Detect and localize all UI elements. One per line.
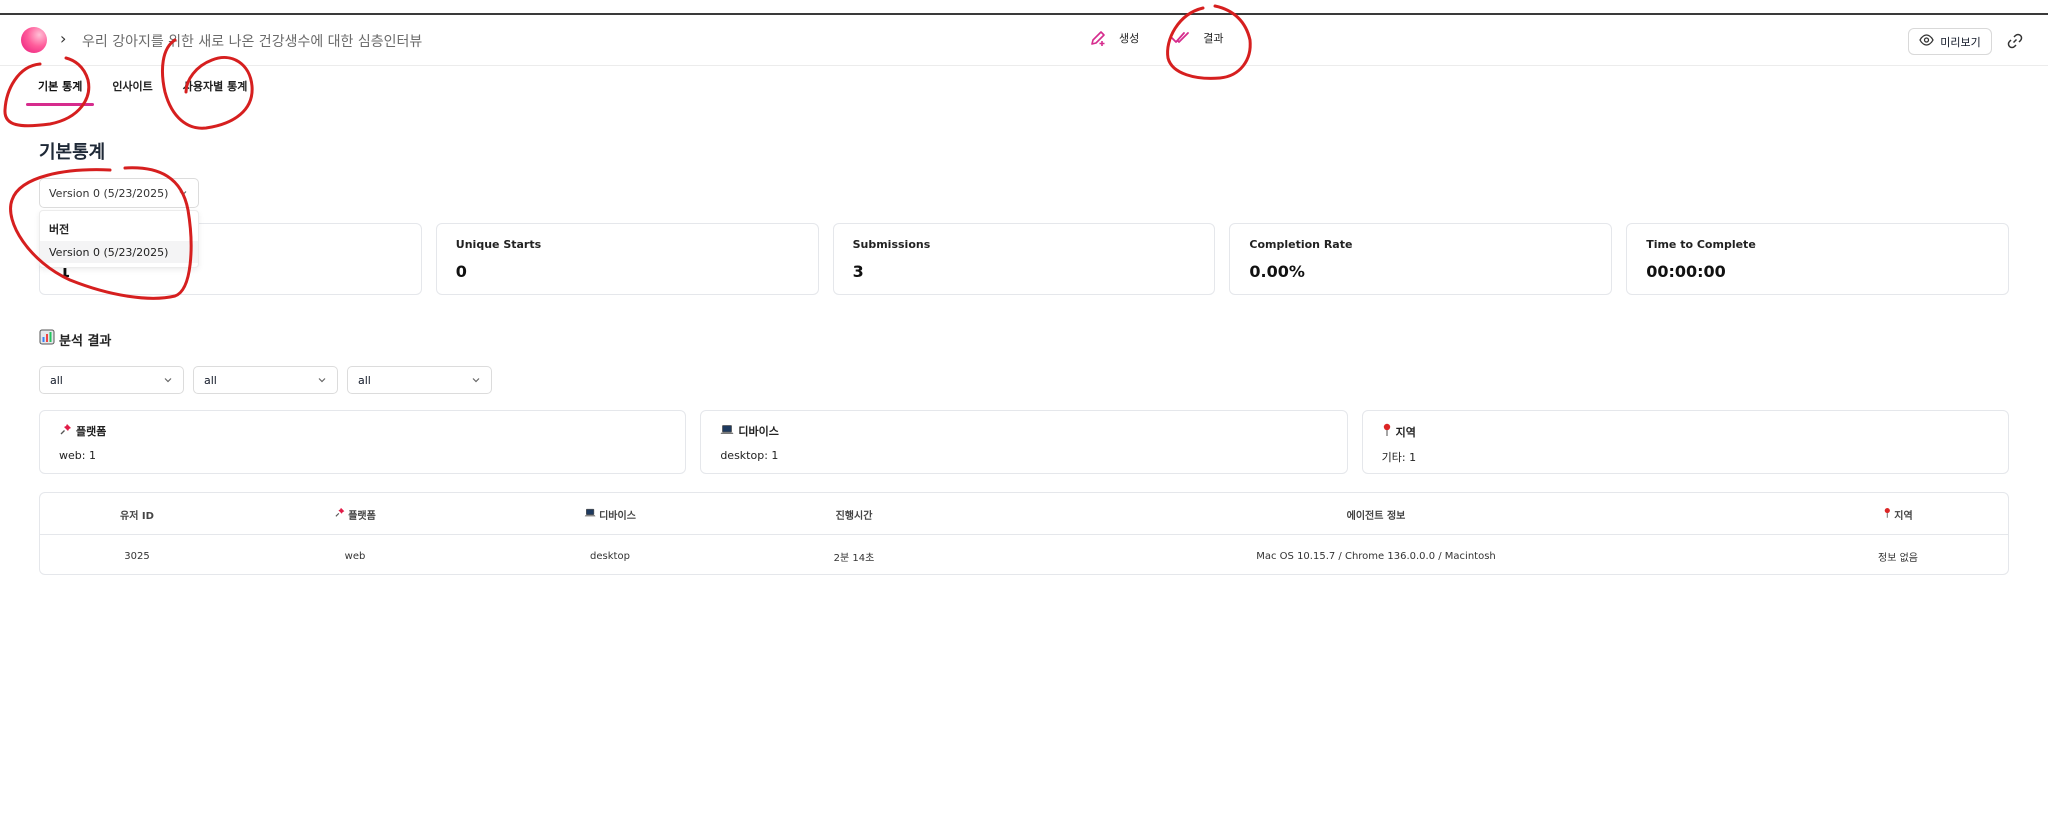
laptop-icon xyxy=(584,508,596,521)
device-filter-select[interactable]: all xyxy=(193,366,338,394)
stats-row: 1 Unique Starts 0 Submissions 3 Completi… xyxy=(39,223,2009,295)
analysis-title-text: 분석 결과 xyxy=(59,333,112,349)
tab-user-stats[interactable]: 사용자별 통계 xyxy=(171,70,260,106)
chevron-down-icon xyxy=(178,188,188,201)
center-nav: 생성 결과 xyxy=(1089,29,1224,47)
chevron-down-icon xyxy=(163,375,173,388)
chevron-down-icon xyxy=(317,375,327,388)
summary-row: 플랫폼 web: 1 디바이스 desktop: 1 지역 기타: 1 xyxy=(39,410,2009,474)
column-header-label: 디바이스 xyxy=(599,510,636,522)
app-logo[interactable] xyxy=(21,27,47,53)
column-header-label: 플랫폼 xyxy=(348,510,376,522)
pen-plus-icon xyxy=(1089,29,1107,47)
cell-user-id: 3025 xyxy=(124,550,150,562)
dropdown-group-label: 버전 xyxy=(49,223,70,236)
column-header: 플랫폼 xyxy=(334,493,376,535)
stat-card-unique-starts: Unique Starts 0 xyxy=(435,223,819,295)
nav-results-label: 결과 xyxy=(1203,32,1224,45)
column-header: 에이전트 정보 xyxy=(1346,510,1406,522)
version-select[interactable]: Version 0 (5/23/2025) xyxy=(39,178,199,208)
summary-header: 플랫폼 xyxy=(59,423,106,439)
column-header: 디바이스 xyxy=(584,493,636,535)
summary-card-region: 지역 기타: 1 xyxy=(1361,410,2009,474)
filter-value: all xyxy=(204,374,217,387)
summary-header: 디바이스 xyxy=(720,423,779,439)
filter-value: all xyxy=(50,374,63,387)
table-header-row: 유저 ID 플랫폼 디바이스 진행시간 에이전트 정보 지역 xyxy=(40,493,2008,535)
stat-card-completion-rate: Completion Rate 0.00% xyxy=(1229,223,1613,295)
survey-title: 우리 강아지를 위한 새로 나온 건강생수에 대한 심층인터뷰 xyxy=(82,34,423,50)
filter-value: all xyxy=(358,374,371,387)
version-dropdown-menu: 버전 Version 0 (5/23/2025) xyxy=(39,210,199,268)
analysis-title: 분석 결과 xyxy=(39,329,111,349)
responses-table: 유저 ID 플랫폼 디바이스 진행시간 에이전트 정보 지역 3025 web … xyxy=(39,492,2009,575)
nav-results-button[interactable]: 결과 xyxy=(1171,29,1224,47)
dropdown-option[interactable]: Version 0 (5/23/2025) xyxy=(40,241,198,263)
eye-refresh-icon xyxy=(1919,34,1934,49)
stat-value: 0.00% xyxy=(1249,262,1305,281)
stat-label: Completion Rate xyxy=(1249,238,1353,251)
platform-filter-select[interactable]: all xyxy=(39,366,184,394)
region-filter-select[interactable]: all xyxy=(347,366,492,394)
preview-label: 미리보기 xyxy=(1940,35,1981,49)
round-pin-icon xyxy=(1382,423,1392,440)
stat-label: Submissions xyxy=(852,238,931,251)
summary-card-platform: 플랫폼 web: 1 xyxy=(39,410,687,474)
app-header: › 우리 강아지를 위한 새로 나온 건강생수에 대한 심층인터뷰 생성 결과 … xyxy=(0,15,2048,66)
bar-chart-icon xyxy=(39,329,55,349)
stat-card-time-to-complete: Time to Complete 00:00:00 xyxy=(1626,223,2009,295)
column-header: 진행시간 xyxy=(835,510,873,522)
tab-bar: 기본 통계 인사이트 사용자별 통계 xyxy=(26,70,259,106)
stat-card-submissions: Submissions 3 xyxy=(832,223,1216,295)
chevron-right-icon: › xyxy=(60,29,67,48)
double-check-icon xyxy=(1171,29,1191,47)
summary-header: 지역 xyxy=(1382,423,1416,440)
link-icon[interactable] xyxy=(2006,32,2024,54)
summary-label: 디바이스 xyxy=(738,425,779,438)
nav-create-button[interactable]: 생성 xyxy=(1089,29,1139,47)
tab-insights[interactable]: 인사이트 xyxy=(100,70,164,106)
tab-basic-stats[interactable]: 기본 통계 xyxy=(26,70,95,106)
preview-button[interactable]: 미리보기 xyxy=(1908,28,1992,55)
nav-create-label: 생성 xyxy=(1119,32,1140,45)
page-title: 기본통계 xyxy=(39,142,106,163)
stat-value: 3 xyxy=(852,262,864,281)
summary-value: web: 1 xyxy=(59,449,96,462)
stat-label: Time to Complete xyxy=(1646,238,1756,251)
pushpin-icon xyxy=(334,507,345,521)
summary-value: desktop: 1 xyxy=(720,449,779,462)
laptop-icon xyxy=(720,424,734,439)
column-header: 지역 xyxy=(1883,493,1913,535)
pushpin-icon xyxy=(59,423,72,439)
version-select-value: Version 0 (5/23/2025) xyxy=(49,187,169,200)
cell-device: desktop xyxy=(590,550,630,562)
summary-label: 플랫폼 xyxy=(76,425,107,438)
stat-value: 0 xyxy=(455,262,467,281)
column-header: 유저 ID xyxy=(120,510,154,522)
summary-card-device: 디바이스 desktop: 1 xyxy=(700,410,1348,474)
cell-region: 정보 없음 xyxy=(1878,552,1918,564)
column-header-label: 지역 xyxy=(1894,510,1913,522)
round-pin-icon xyxy=(1883,507,1891,522)
summary-value: 기타: 1 xyxy=(1381,451,1417,464)
chevron-down-icon xyxy=(471,375,481,388)
stat-value: 00:00:00 xyxy=(1646,262,1726,281)
filter-row: all all all xyxy=(39,366,492,394)
table-row[interactable]: 3025 web desktop 2분 14초 Mac OS 10.15.7 /… xyxy=(40,535,2008,577)
stat-label: Unique Starts xyxy=(455,238,542,251)
summary-label: 지역 xyxy=(1395,425,1416,439)
cell-platform: web xyxy=(344,550,366,562)
cell-agent-info: Mac OS 10.15.7 / Chrome 136.0.0.0 / Maci… xyxy=(1256,550,1496,562)
cell-duration: 2분 14초 xyxy=(833,552,875,564)
